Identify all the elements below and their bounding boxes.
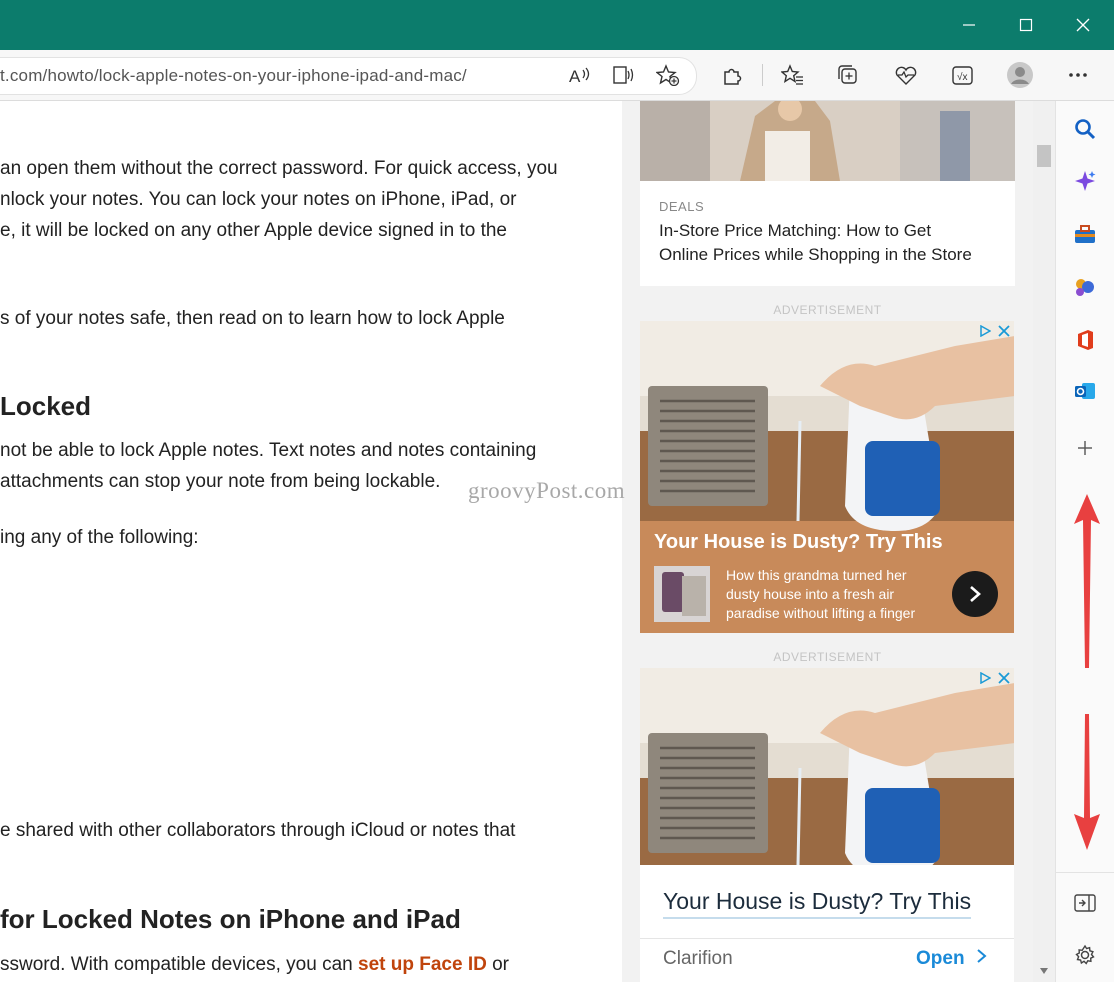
- ad-headline[interactable]: Your House is Dusty? Try This: [654, 531, 943, 554]
- ad-body-line: paradise without lifting a finger: [726, 605, 916, 621]
- add-favorite-icon[interactable]: [652, 59, 684, 91]
- ad-open-label: Open: [916, 948, 965, 969]
- minimize-button[interactable]: [946, 0, 992, 50]
- ad-advertiser: Clarifion: [663, 948, 733, 969]
- article-line: ssword. With compatible devices, you can…: [0, 949, 509, 980]
- chevron-right-icon: [977, 949, 987, 963]
- browser-essentials-icon[interactable]: [890, 59, 922, 91]
- article-line: e shared with other collaborators throug…: [0, 820, 516, 841]
- sidebar-divider: [1056, 872, 1114, 873]
- ad-body-line: dusty house into a fresh air: [726, 586, 895, 602]
- read-aloud-icon[interactable]: A: [563, 59, 595, 91]
- outlook-icon[interactable]: [1070, 376, 1100, 406]
- svg-text:A: A: [569, 67, 581, 85]
- add-app-icon[interactable]: [1070, 433, 1100, 463]
- search-icon[interactable]: [1070, 114, 1100, 144]
- article-line: ing any of the following:: [0, 527, 199, 548]
- advertisement-label: ADVERTISEMENT: [773, 650, 882, 664]
- immersive-reader-icon[interactable]: [608, 59, 640, 91]
- maximize-button[interactable]: [1003, 0, 1049, 50]
- article-line: s of your notes safe, then read on to le…: [0, 308, 505, 329]
- ad-choices-icon[interactable]: [977, 670, 993, 686]
- games-icon[interactable]: [1070, 272, 1100, 302]
- section-heading: for Locked Notes on iPhone and iPad: [0, 904, 461, 934]
- scroll-up-arrow-annotation: [1074, 494, 1100, 668]
- ad-choices-icon[interactable]: [977, 323, 993, 339]
- ad-close-icon[interactable]: [996, 323, 1012, 339]
- maximize-icon: [1019, 18, 1033, 32]
- math-solver-icon[interactable]: √x: [947, 59, 979, 91]
- sidebar-column: DEALS In-Store Price Matching: How to Ge…: [622, 101, 1033, 982]
- ad-close-icon[interactable]: [996, 670, 1012, 686]
- article-text: or: [486, 954, 510, 975]
- article-content: an open them without the correct passwor…: [0, 101, 622, 982]
- scrollbar-thumb[interactable]: [1037, 145, 1051, 167]
- article-line: nlock your notes. You can lock your note…: [0, 189, 517, 210]
- deal-title-line[interactable]: Online Prices while Shopping in the Stor…: [659, 245, 972, 265]
- tools-icon[interactable]: [1070, 220, 1100, 250]
- advertisement-card[interactable]: Your House is Dusty? Try This How this g…: [640, 321, 1014, 633]
- office-icon[interactable]: [1070, 325, 1100, 355]
- collections-icon[interactable]: [832, 59, 864, 91]
- minimize-icon: [963, 24, 975, 26]
- article-line: an open them without the correct passwor…: [0, 158, 558, 179]
- advertisement-card[interactable]: Your House is Dusty? Try This Clarifion …: [640, 668, 1014, 982]
- ad-next-button[interactable]: [952, 571, 998, 617]
- article-line: e, it will be locked on any other Apple …: [0, 220, 507, 241]
- ad-divider: [640, 938, 1014, 939]
- article-line: attachments can stop your note from bein…: [0, 471, 441, 492]
- close-icon: [1076, 18, 1090, 32]
- watermark: groovyPost.com: [468, 478, 626, 503]
- toolbar-divider: [762, 64, 763, 86]
- address-bar-url[interactable]: t.com/howto/lock-apple-notes-on-your-iph…: [0, 66, 467, 86]
- hide-sidebar-icon[interactable]: [1070, 888, 1100, 918]
- close-button[interactable]: [1060, 0, 1106, 50]
- article-text: ssword. With compatible devices, you can: [0, 954, 358, 975]
- page-scrollbar[interactable]: [1033, 101, 1055, 982]
- advertisement-label: ADVERTISEMENT: [773, 303, 882, 317]
- scroll-down-icon[interactable]: [1039, 967, 1049, 975]
- ad-headline[interactable]: Your House is Dusty? Try This: [663, 888, 972, 919]
- more-options-icon[interactable]: [1062, 59, 1094, 91]
- svg-text:√x: √x: [957, 71, 968, 83]
- article-line: not be able to lock Apple notes. Text no…: [0, 440, 537, 461]
- face-id-link[interactable]: set up Face ID: [358, 954, 487, 975]
- ad-thumbnail: [654, 566, 710, 622]
- section-heading: Locked: [0, 391, 92, 421]
- deal-image: [640, 101, 1015, 181]
- settings-gear-icon[interactable]: [1070, 940, 1100, 970]
- deal-title-line[interactable]: In-Store Price Matching: How to Get: [659, 221, 931, 241]
- deal-card[interactable]: DEALS In-Store Price Matching: How to Ge…: [640, 101, 1015, 286]
- ad-open-button[interactable]: Open: [916, 948, 988, 970]
- ad-body-line: How this grandma turned her: [726, 567, 907, 583]
- copilot-sparkle-icon[interactable]: [1070, 166, 1100, 196]
- deal-category: DEALS: [659, 199, 705, 214]
- scroll-down-arrow-annotation: [1074, 714, 1100, 850]
- extensions-icon[interactable]: [716, 59, 748, 91]
- profile-avatar[interactable]: [1004, 59, 1036, 91]
- favorites-icon[interactable]: [777, 59, 809, 91]
- chevron-right-icon: [970, 586, 981, 602]
- ad-image: [640, 668, 1014, 865]
